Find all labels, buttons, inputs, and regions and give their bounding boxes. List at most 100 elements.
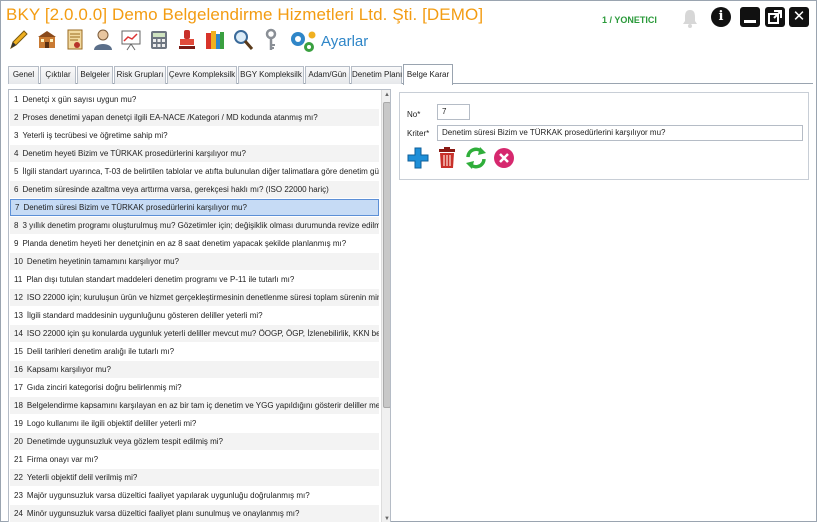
list-item-text: ISO 22000 için şu konularda uygunluk yet… (26, 329, 379, 338)
search-magnifier-icon[interactable] (232, 28, 254, 52)
list-item-text: Denetimde uygunsuzluk veya gözlem tespit… (26, 437, 223, 446)
list-item-text: Denetim heyeti Bizim ve TÜRKAK prosedürl… (22, 149, 246, 158)
list-item[interactable]: 10 Denetim heyetinin tamamını karşılıyor … (10, 253, 379, 270)
list-item[interactable]: 1 Denetçi x gün sayısı uygun mu? (10, 91, 379, 108)
list-item-text: Denetim heyetinin tamamını karşılıyor mu… (26, 257, 179, 266)
list-item-number: 16 (14, 365, 23, 374)
list-item-number: 2 (14, 113, 19, 122)
settings-menu-label[interactable]: Ayarlar (321, 33, 368, 50)
settings-gears-icon[interactable] (288, 28, 316, 52)
tab-adam-gun[interactable]: Adam/Gün (305, 66, 350, 84)
tab-belge-karar[interactable]: Belge Karar (403, 64, 453, 85)
minimize-button[interactable] (740, 7, 760, 27)
info-icon[interactable]: i (711, 7, 731, 27)
list-item-text: Delil tarihleri denetim aralığı ile tuta… (26, 347, 175, 356)
list-item-text: Denetim süresi Bizim ve TÜRKAK prosedürl… (23, 203, 247, 212)
list-item[interactable]: 6 Denetim süresinde azaltma veya arttırma… (10, 181, 379, 198)
list-item-number: 9 (14, 239, 19, 248)
list-item-number: 8 (14, 221, 19, 230)
vertical-scrollbar[interactable]: ▲ ▼ (381, 90, 390, 522)
criterion-edit-form: No* 7 Kriter* Denetim süresi Bizim ve TÜ… (399, 92, 809, 180)
list-item[interactable]: 15 Delil tarihleri denetim aralığı ile tu… (10, 343, 379, 360)
list-item[interactable]: 18 Belgelendirme kapsamını karşılayan en … (10, 397, 379, 414)
list-item[interactable]: 17 Gıda zinciri kategorisi doğru belirlen… (10, 379, 379, 396)
bell-icon[interactable] (681, 9, 699, 31)
tab-bar: Genel Çıktılar Belgeler Risk Grupları Çe… (8, 64, 813, 85)
list-item-number: 23 (14, 491, 23, 500)
scroll-down-arrow-icon[interactable]: ▼ (382, 514, 390, 522)
list-item-number: 17 (14, 383, 23, 392)
kriter-field[interactable]: Denetim süresi Bizim ve TÜRKAK prosedürl… (437, 125, 803, 141)
list-item[interactable]: 21 Firma onayı var mı? (10, 451, 379, 468)
current-user-label: 1 / YONETICI (602, 15, 657, 25)
list-item-number: 7 (15, 203, 20, 212)
document-stamp-icon[interactable] (64, 28, 86, 52)
list-item-text: Yeterli objektif delil verilmiş mi? (26, 473, 138, 482)
list-item-text: ISO 22000 için; kuruluşun ürün ve hizmet… (26, 293, 379, 302)
tab-bgy-kompleksilk[interactable]: BGY Kompleksilk (238, 66, 304, 84)
list-item[interactable]: 11 Plan dışı tutulan standart maddeleri d… (10, 271, 379, 288)
list-item-number: 24 (14, 509, 23, 518)
list-item-number: 5 (14, 167, 19, 176)
calculator-icon[interactable] (148, 28, 170, 52)
list-item[interactable]: 19 Logo kullanımı ile ilgili objektif del… (10, 415, 379, 432)
no-label: No* (407, 110, 421, 119)
list-item-number: 3 (14, 131, 19, 140)
list-item-text: Minör uygunsuzluk varsa düzeltici faaliy… (26, 509, 300, 518)
list-item-text: Firma onayı var mı? (26, 455, 99, 464)
list-item-number: 19 (14, 419, 23, 428)
window-controls: i ✕ (681, 7, 811, 33)
user-icon[interactable] (92, 28, 114, 52)
books-icon[interactable] (204, 28, 226, 52)
list-item[interactable]: 5 İlgili standart uyarınca, T-03 de belir… (10, 163, 379, 180)
stamp-icon[interactable] (176, 28, 198, 52)
list-item-text: Gıda zinciri kategorisi doğru belirlenmi… (26, 383, 182, 392)
list-item-text: Logo kullanımı ile ilgili objektif delil… (26, 419, 197, 428)
list-item-text: Planda denetim heyeti her denetçinin en … (22, 239, 347, 248)
list-item[interactable]: 20 Denetimde uygunsuzluk veya gözlem tesp… (10, 433, 379, 450)
list-item-text: Kapsamı karşılıyor mu? (26, 365, 111, 374)
building-icon[interactable] (36, 28, 58, 52)
list-item[interactable]: 14 ISO 22000 için şu konularda uygunluk y… (10, 325, 379, 342)
key-icon[interactable] (260, 28, 282, 52)
tab-belgeler[interactable]: Belgeler (77, 66, 113, 84)
pencil-icon[interactable] (8, 28, 30, 52)
list-item[interactable]: 16 Kapsamı karşılıyor mu? (10, 361, 379, 378)
scroll-up-arrow-icon[interactable]: ▲ (382, 90, 390, 100)
tab-genel[interactable]: Genel (8, 66, 39, 84)
no-field[interactable]: 7 (437, 104, 470, 120)
list-item[interactable]: 83 yıllık denetim programı oluşturulmuş … (10, 217, 379, 234)
window-title: BKY [2.0.0.0] Demo Belgelendirme Hizmetl… (6, 5, 484, 24)
presentation-icon[interactable] (120, 28, 142, 52)
list-item[interactable]: 13 İlgili standard maddesinin uygunluğunu… (10, 307, 379, 324)
add-icon[interactable] (406, 146, 429, 169)
list-item-number: 13 (14, 311, 23, 320)
list-item-number: 4 (14, 149, 19, 158)
tab-ciktilar[interactable]: Çıktılar (40, 66, 76, 84)
scrollbar-thumb[interactable] (383, 102, 390, 408)
list-item-text: Denetim süresinde azaltma veya arttırma … (22, 185, 329, 194)
delete-icon[interactable] (436, 146, 458, 168)
list-item-number: 20 (14, 437, 23, 446)
close-window-button[interactable]: ✕ (789, 7, 809, 27)
list-item-number: 1 (14, 95, 19, 104)
list-item-text: Proses denetimi yapan denetçi ilgili EA-… (22, 113, 318, 122)
list-item[interactable]: 22 Yeterli objektif delil verilmiş mi? (10, 469, 379, 486)
list-item-text: Yeterli iş tecrübesi ve öğretime sahip m… (22, 131, 168, 140)
tab-risk-gruplari[interactable]: Risk Grupları (114, 66, 166, 84)
list-item[interactable]: 7 Denetim süresi Bizim ve TÜRKAK prosedür… (10, 199, 379, 216)
list-item[interactable]: 2 Proses denetimi yapan denetçi ilgili EA… (10, 109, 379, 126)
list-item-text: Majör uygunsuzluk varsa düzeltici faaliy… (26, 491, 310, 500)
list-item[interactable]: 23 Majör uygunsuzluk varsa düzeltici faal… (10, 487, 379, 504)
maximize-button[interactable] (765, 7, 785, 27)
list-item[interactable]: 3 Yeterli iş tecrübesi ve öğretime sahip … (10, 127, 379, 144)
cancel-icon[interactable] (492, 146, 514, 168)
list-item[interactable]: 9 Planda denetim heyeti her denetçinin en… (10, 235, 379, 252)
tab-cevre-kompleksilk[interactable]: Çevre Kompleksilk (167, 66, 237, 84)
list-item[interactable]: 24 Minör uygunsuzluk varsa düzeltici faal… (10, 505, 379, 522)
list-item[interactable]: 4 Denetim heyeti Bizim ve TÜRKAK prosedür… (10, 145, 379, 162)
tab-denetim-plani[interactable]: Denetim Planı (351, 66, 402, 84)
refresh-icon[interactable] (464, 146, 486, 169)
list-item[interactable]: 12 ISO 22000 için; kuruluşun ürün ve hizm… (10, 289, 379, 306)
list-item-text: Denetçi x gün sayısı uygun mu? (22, 95, 137, 104)
